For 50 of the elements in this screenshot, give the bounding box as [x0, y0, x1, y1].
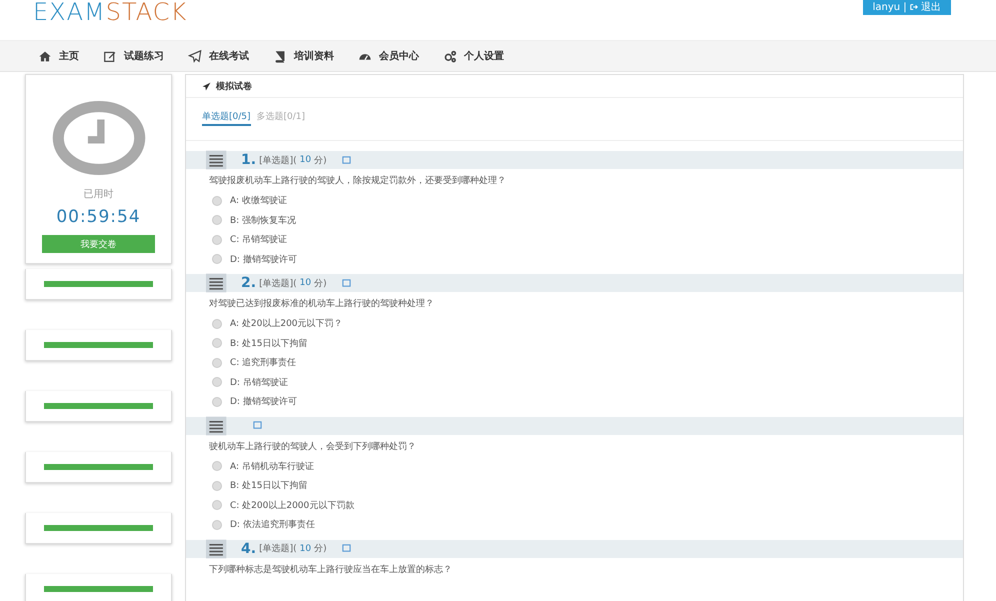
bookmark-icon[interactable] — [342, 544, 351, 553]
question-text: 驾驶报废机动车上路行驶的驾驶人，除按规定罚款外，还要受到哪种处理？ — [209, 174, 507, 187]
question-score: 10 — [300, 278, 312, 288]
score-unit: 分) — [314, 278, 327, 290]
edit-icon — [103, 50, 117, 62]
question-score: 10 — [300, 544, 312, 554]
answer-option[interactable]: B: 强制恢复车况 — [186, 210, 963, 230]
bookmark-icon[interactable] — [253, 421, 262, 430]
question-text: 对驾驶已达到报废标准的机动车上路行驶的驾驶种处理？ — [209, 298, 435, 310]
question-type: [单选题]( — [259, 278, 297, 290]
answer-option[interactable]: D: 吊销驾驶证 — [186, 372, 963, 392]
answer-option[interactable]: D: 依法追究刑事责任 — [186, 515, 963, 534]
bookmark-icon[interactable] — [342, 278, 351, 288]
bookmark-icon[interactable] — [342, 156, 351, 164]
tab[interactable]: 单选题[0/5] — [202, 110, 251, 126]
nav-item[interactable]: 试题练习 — [103, 49, 164, 63]
question-number: 2. — [241, 275, 256, 291]
logo: EXAM STACK — [33, 0, 188, 24]
nav-item[interactable]: 个人设置 — [443, 49, 504, 63]
answer-option[interactable]: C: 吊销驾驶证 — [186, 230, 963, 250]
answer-option[interactable]: C: 处200以上2000元以下罚款 — [186, 496, 963, 515]
logout-icon — [910, 3, 918, 11]
answer-option[interactable]: C: 追究刑事责任 — [186, 353, 963, 372]
answer-option[interactable]: A: 处20以上200元以下罚？ — [186, 314, 963, 334]
question-text: 驶机动车上路行驶的驾驶人，会受到下列哪种处罚？ — [209, 440, 417, 452]
elapsed-time: 00:59:54 — [56, 207, 141, 227]
nav-item[interactable]: 培训资料 — [273, 49, 334, 63]
timer-label: 已用时 — [84, 188, 114, 201]
question-score: 10 — [300, 155, 312, 165]
answer-option[interactable]: A: 吊销机动车行驶证 — [186, 456, 963, 476]
paper-plane-icon — [202, 82, 211, 90]
answer-option[interactable]: D: 撤销驾驶许可 — [186, 392, 963, 412]
answer-option[interactable]: A: 收缴驾驶证 — [186, 191, 963, 210]
score-unit: 分) — [314, 542, 327, 555]
paper-plane-icon — [188, 50, 202, 62]
question-type: [单选题]( — [259, 154, 297, 166]
home-icon — [38, 50, 52, 62]
answer-option[interactable]: D: 撤销驾驶许可 — [186, 250, 963, 269]
nav-item[interactable]: 会员中心 — [358, 49, 419, 63]
panel-title: 模拟试卷 — [216, 80, 252, 92]
nav-item[interactable]: 在线考试 — [188, 49, 249, 63]
question-number: 4. — [241, 540, 256, 556]
answer-option[interactable]: B: 处15日以下拘留 — [186, 334, 963, 353]
nav-item[interactable]: 主页 — [38, 49, 79, 63]
question-type: [单选题]( — [259, 542, 297, 555]
question-number: 1. — [241, 152, 256, 168]
gears-icon — [443, 50, 457, 62]
score-unit: 分) — [314, 154, 327, 166]
question-text: 下列哪种标志是驾驶机动车上路行驶应当在车上放置的标志？ — [209, 564, 453, 576]
answer-option[interactable]: B: 处15日以下拘留 — [186, 476, 963, 496]
